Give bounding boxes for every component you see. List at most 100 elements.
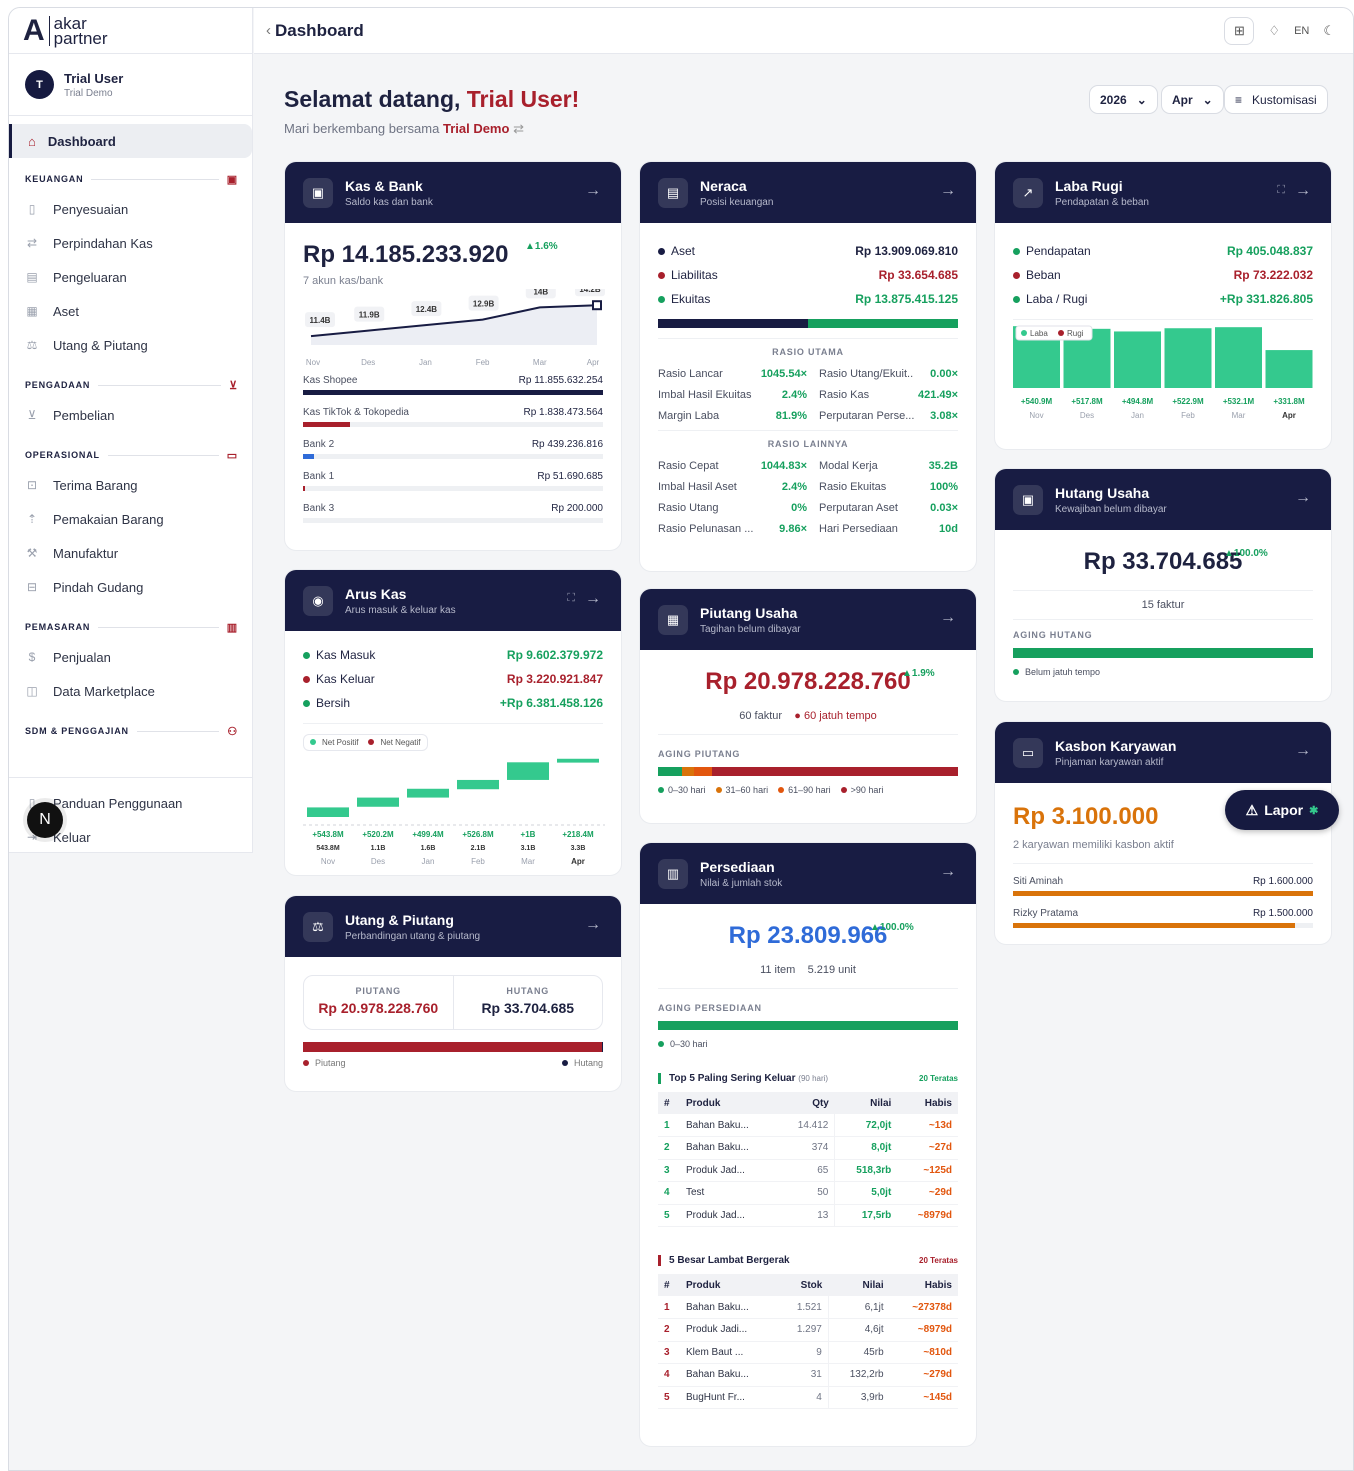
laba-bar-label: +494.8M xyxy=(1122,397,1154,406)
arus-net-label: +1B xyxy=(521,830,536,839)
lapor-button[interactable]: ⚠ Lapor ✱ xyxy=(1225,790,1339,830)
table-cell: Bahan Baku... xyxy=(680,1136,779,1160)
calendar-icon: ▦ xyxy=(658,604,688,635)
kas-x-tick: Nov xyxy=(306,358,320,367)
account-bar xyxy=(303,486,603,491)
ratio-label: Rasio Ekuitas xyxy=(819,480,887,493)
kas-account-row: Bank 1 Rp 51.690.685 xyxy=(303,471,603,491)
switch-icon[interactable]: ⇄ xyxy=(513,121,524,136)
top-view-all-link[interactable]: 20 Teratas xyxy=(919,1074,958,1083)
piutang-count: 60 faktur xyxy=(739,710,783,722)
table-cell: 13 xyxy=(778,1204,836,1227)
card-kas-bank: ▣ Kas & Bank Saldo kas dan bank → Rp 14.185… xyxy=(284,161,622,551)
kas-data-label: 12.9B xyxy=(473,300,495,309)
sidebar-item-pemakaian-barang[interactable]: ⇡ Pemakaian Barang xyxy=(9,502,252,536)
expand-icon[interactable]: ⛶ xyxy=(567,592,575,605)
laba-bar xyxy=(1215,327,1262,388)
laba-x-tick: Jan xyxy=(1131,411,1144,420)
account-value: Rp 200.000 xyxy=(551,503,603,514)
chevron-down-icon: ⌄ xyxy=(1136,92,1147,107)
arrow-right-icon[interactable]: → xyxy=(940,182,956,200)
next-dev-badge[interactable]: N xyxy=(27,802,63,838)
table-header: Nilai xyxy=(828,1274,890,1296)
arrow-right-icon[interactable]: → xyxy=(585,182,601,200)
table-cell: Bahan Baku... xyxy=(680,1296,779,1319)
receipt-icon: ▤ xyxy=(26,270,38,284)
table-cell: 1.297 xyxy=(778,1318,829,1342)
sidebar-item-data-marketplace[interactable]: ◫ Data Marketplace xyxy=(9,674,252,708)
customize-button[interactable]: ≡ Kustomisasi xyxy=(1224,85,1328,114)
archive-icon: ▭ xyxy=(226,449,238,462)
table-cell: 1 xyxy=(658,1296,680,1319)
arrow-right-icon[interactable]: → xyxy=(1295,742,1311,760)
table-cell: 1.521 xyxy=(778,1296,829,1319)
kas-account-list: Kas Shopee Rp 11.855.632.254 Kas TikTok & … xyxy=(303,375,603,523)
table-cell: 3 xyxy=(658,1341,680,1364)
ratio-value: 0.03× xyxy=(930,501,958,514)
aging-segment xyxy=(682,767,694,776)
year-select[interactable]: 2026 ⌄ xyxy=(1089,85,1158,114)
arrow-right-icon[interactable]: → xyxy=(1295,489,1311,507)
laba-row-pendapatan: Pendapatan Rp 405.048.837 xyxy=(1013,239,1313,263)
kasbon-value: Rp 1.500.000 xyxy=(1252,908,1313,919)
kas-account-row: Kas Shopee Rp 11.855.632.254 xyxy=(303,375,603,395)
arrow-right-icon[interactable]: → xyxy=(1295,182,1311,200)
table-cell: 2 xyxy=(658,1136,680,1160)
arus-x-tick: Mar xyxy=(521,857,535,866)
brand-logo[interactable]: A akar partner xyxy=(9,8,252,54)
arus-net-label: +499.4M xyxy=(412,830,444,839)
back-chevron-icon[interactable]: ‹ xyxy=(266,22,271,39)
apps-grid-icon[interactable]: ⊞ xyxy=(1224,17,1255,45)
month-select[interactable]: Apr ⌄ xyxy=(1161,85,1224,114)
arrow-right-icon[interactable]: → xyxy=(585,916,601,934)
sidebar-item-manufaktur[interactable]: ⚒ Manufaktur xyxy=(9,536,252,570)
moon-icon[interactable]: ☾ xyxy=(1323,23,1335,39)
account-value: Rp 51.690.685 xyxy=(537,471,603,482)
bell-icon[interactable]: ♢ xyxy=(1268,23,1280,39)
table-cell: ~279d xyxy=(889,1363,958,1387)
laba-bar-label: +532.1M xyxy=(1223,397,1255,406)
table-cell: 6,1jt xyxy=(828,1296,890,1319)
account-bar xyxy=(303,454,603,459)
sidebar-item-label: Dashboard xyxy=(47,133,116,149)
arus-bar xyxy=(357,797,399,807)
ratio-label: Rasio Utang xyxy=(658,501,719,514)
table-cell: Produk Jad... xyxy=(680,1204,779,1227)
ratio-label: Margin Laba xyxy=(658,409,720,422)
sidebar-item-perpindahan-kas[interactable]: ⇄ Perpindahan Kas xyxy=(9,226,252,260)
user-profile[interactable]: T Trial User Trial Demo xyxy=(9,54,252,116)
hutang-box: HUTANG Rp 33.704.685 xyxy=(481,986,575,1016)
sidebar-item-dashboard[interactable]: ⌂ Dashboard xyxy=(9,124,252,158)
sidebar-item-utang-piutang[interactable]: ⚖ Utang & Piutang xyxy=(9,328,252,362)
expand-icon[interactable]: ⛶ xyxy=(1277,184,1285,197)
arrow-right-icon[interactable]: → xyxy=(940,609,956,627)
kasbon-row: Siti Aminah Rp 1.600.000 xyxy=(1013,876,1313,896)
slow-view-all-link[interactable]: 20 Teratas xyxy=(919,1256,958,1265)
table-header: Nilai xyxy=(834,1092,898,1114)
sidebar-item-terima-barang[interactable]: ⊡ Terima Barang xyxy=(9,468,252,502)
section-sdm[interactable]: SDM & PENGGAJIAN ⚇ xyxy=(9,724,252,738)
sidebar-item-penyesuaian[interactable]: ▯ Penyesuaian xyxy=(9,192,252,226)
language-toggle[interactable]: EN xyxy=(1294,25,1309,37)
arrow-right-icon[interactable]: → xyxy=(585,590,601,608)
card-laba-rugi: ↗ Laba Rugi Pendapatan & beban ⛶ → Pendapata… xyxy=(994,161,1332,450)
kasbon-value: Rp 1.600.000 xyxy=(1252,876,1313,887)
kas-data-label: 12.4B xyxy=(416,305,438,314)
sidebar-item-pindah-gudang[interactable]: ⊟ Pindah Gudang xyxy=(9,570,252,604)
table-cell: 5 xyxy=(658,1204,680,1227)
account-bar xyxy=(303,518,603,523)
table-cell: 65 xyxy=(778,1159,836,1182)
laba-x-tick: Mar xyxy=(1232,411,1246,420)
neraca-row-liabilitas: Liabilitas Rp 33.654.685 xyxy=(658,263,958,287)
kas-data-label: 14B xyxy=(533,289,548,296)
arrow-right-icon[interactable]: → xyxy=(940,863,956,881)
arus-cum-label: 1.1B xyxy=(371,845,386,852)
sidebar-item-pengeluaran[interactable]: ▤ Pengeluaran xyxy=(9,260,252,294)
ratio-label: Rasio Kas xyxy=(819,388,870,401)
sidebar-item-penjualan[interactable]: $ Penjualan xyxy=(9,640,252,674)
app-frame: A akar partner T Trial User Trial Demo ⌂ Da… xyxy=(8,7,1354,1471)
sidebar-item-pembelian[interactable]: ⊻ Pembelian xyxy=(9,398,252,432)
user-name: Trial User xyxy=(64,70,124,86)
sidebar-item-aset[interactable]: ▦ Aset xyxy=(9,294,252,328)
book-icon: ▯ xyxy=(28,202,36,216)
